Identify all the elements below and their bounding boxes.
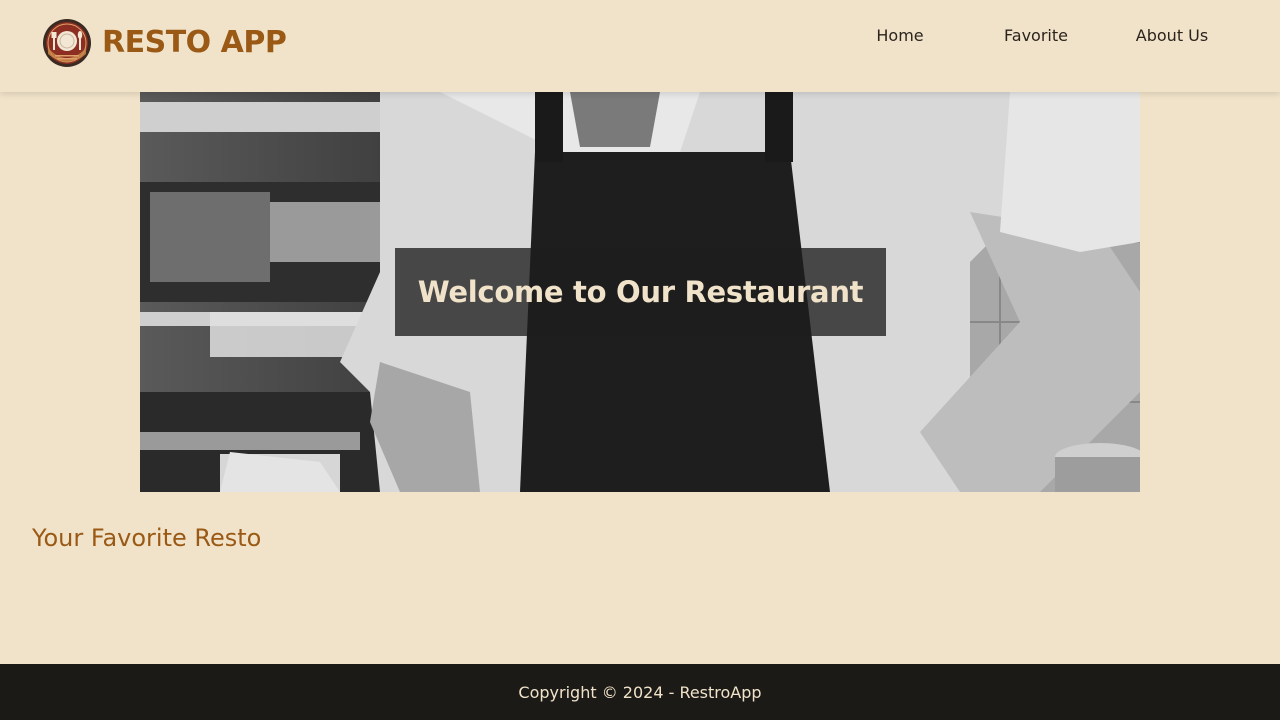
nav-item-about-us: About Us <box>1122 24 1222 48</box>
main-nav: Home Favorite About Us <box>0 24 1280 50</box>
nav-item-home: Home <box>850 24 950 48</box>
nav-item-favorite: Favorite <box>986 24 1086 48</box>
nav-link-about-us[interactable]: About Us <box>1122 24 1222 48</box>
nav-link-home[interactable]: Home <box>850 24 950 48</box>
footer: Copyright © 2024 - RestroApp <box>0 664 1280 720</box>
footer-copyright: Copyright © 2024 - RestroApp <box>518 682 762 702</box>
hero-title: Welcome to Our Restaurant <box>417 275 864 309</box>
app-bar: RESTO APP Home Favorite About Us <box>0 0 1280 92</box>
hero-banner: Welcome to Our Restaurant <box>140 92 1140 492</box>
favorite-section-title: Your Favorite Resto <box>32 524 262 552</box>
nav-link-favorite[interactable]: Favorite <box>986 24 1086 48</box>
hero-caption-box: Welcome to Our Restaurant <box>395 248 886 336</box>
